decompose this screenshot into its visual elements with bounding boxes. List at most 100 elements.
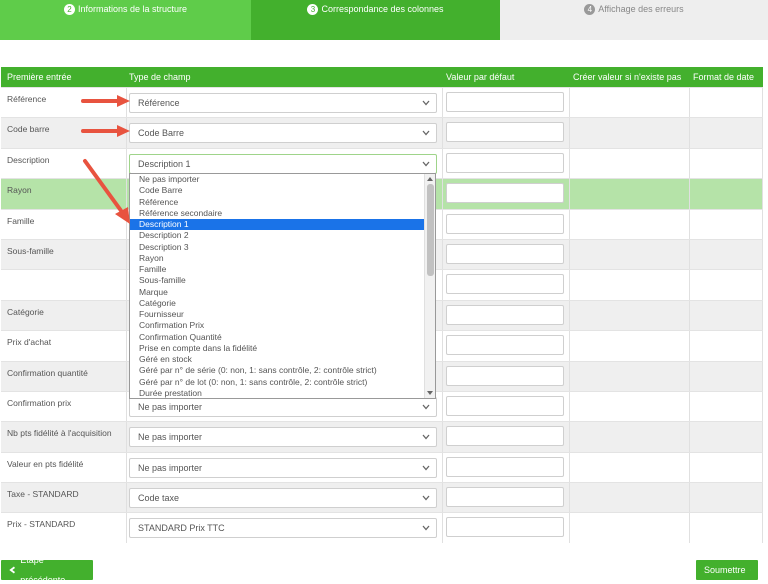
default-value-input[interactable]	[446, 152, 564, 173]
column-divider	[569, 422, 570, 452]
column-divider	[126, 452, 127, 483]
dropdown-option[interactable]: Géré par n° de série (0: non, 1: sans co…	[130, 365, 425, 376]
table-row: Prix - STANDARD STANDARD Prix TTC	[1, 512, 763, 543]
field-type-select[interactable]: Référence	[129, 93, 437, 113]
dropdown-option[interactable]: Description 2	[130, 230, 425, 241]
step-label: Informations de la structure	[77, 4, 188, 14]
default-value-input[interactable]	[446, 122, 564, 143]
field-type-select[interactable]: STANDARD Prix TTC	[129, 518, 437, 539]
select-value: Ne pas importer	[138, 401, 203, 412]
dropdown-option[interactable]: Rayon	[130, 253, 425, 264]
dropdown-option[interactable]: Confirmation Quantité	[130, 332, 425, 343]
default-value-input[interactable]	[446, 304, 564, 325]
step-label: Correspondance des colonnes	[321, 4, 444, 14]
step-label: Affichage des erreurs	[598, 4, 684, 14]
field-type-select[interactable]: Code Barre	[129, 123, 437, 144]
chevron-down-icon	[422, 404, 430, 410]
column-divider	[569, 361, 570, 391]
row-label: Rayon	[7, 185, 32, 196]
default-value-input[interactable]	[446, 456, 564, 477]
default-value-input[interactable]	[446, 183, 564, 204]
step-structure-info[interactable]: 2 Informations de la structure	[0, 0, 251, 40]
column-divider	[689, 118, 690, 148]
row-label: Famille	[7, 215, 35, 226]
step-number: 4	[584, 4, 596, 15]
scrollbar-thumb[interactable]	[427, 184, 434, 276]
column-divider	[569, 209, 570, 239]
column-divider	[689, 148, 690, 179]
dropdown-option[interactable]: Référence secondaire	[130, 208, 425, 219]
dropdown-option[interactable]: Référence	[130, 197, 425, 208]
chevron-down-icon	[422, 130, 430, 136]
column-divider	[762, 300, 763, 331]
dropdown-option[interactable]: Fournisseur	[130, 309, 425, 320]
column-divider	[442, 391, 443, 422]
column-divider	[442, 118, 443, 148]
dropdown-option[interactable]: Catégorie	[130, 298, 425, 309]
step-column-mapping[interactable]: 3 Correspondance des colonnes	[251, 0, 500, 40]
header-create-if-missing: Créer valeur si n'existe pas	[573, 72, 682, 82]
previous-step-label: Etape précédente	[20, 555, 66, 584]
field-type-select[interactable]: Code taxe	[129, 488, 437, 509]
column-divider	[569, 452, 570, 483]
column-divider	[689, 452, 690, 483]
step-error-display[interactable]: 4 Affichage des erreurs	[500, 0, 768, 40]
column-divider	[126, 513, 127, 543]
default-value-input[interactable]	[446, 365, 564, 386]
column-divider	[569, 513, 570, 543]
dropdown-option[interactable]: Géré par n° de lot (0: non, 1: sans cont…	[130, 377, 425, 388]
default-value-input[interactable]	[446, 395, 564, 416]
dropdown-option[interactable]: Famille	[130, 264, 425, 275]
dropdown-option[interactable]: Ne pas importer	[130, 174, 425, 185]
scroll-up-icon[interactable]	[427, 177, 433, 181]
column-divider	[689, 513, 690, 543]
field-type-select[interactable]: Ne pas importer	[129, 396, 437, 417]
submit-button[interactable]: Soumettre	[696, 560, 758, 580]
dropdown-option[interactable]: Confirmation Prix	[130, 320, 425, 331]
dropdown-option[interactable]: Prise en compte dans la fidélité	[130, 343, 425, 354]
default-value-input[interactable]	[446, 426, 564, 447]
step-number: 3	[307, 4, 319, 15]
dropdown-scrollbar[interactable]	[424, 174, 435, 398]
dropdown-option[interactable]: Sous-famille	[130, 275, 425, 286]
dropdown-option[interactable]: Durée prestation	[130, 388, 425, 398]
default-value-input[interactable]	[446, 243, 564, 264]
column-divider	[442, 209, 443, 239]
default-value-input[interactable]	[446, 92, 564, 112]
chevron-down-icon	[422, 495, 430, 501]
select-value: Description 1	[138, 158, 191, 169]
field-type-select[interactable]: Description 1	[129, 153, 437, 174]
default-value-input[interactable]	[446, 517, 564, 538]
column-divider	[689, 422, 690, 452]
dropdown-option[interactable]: Description 3	[130, 242, 425, 253]
dropdown-option[interactable]: Description 1	[130, 219, 425, 231]
column-divider	[689, 361, 690, 391]
column-divider	[442, 239, 443, 270]
default-value-input[interactable]	[446, 213, 564, 234]
column-divider	[762, 391, 763, 422]
row-label: Prix d'achat	[7, 337, 52, 348]
column-divider	[762, 179, 763, 209]
dropdown-option[interactable]: Géré en stock	[130, 354, 425, 365]
column-divider	[689, 270, 690, 300]
column-divider	[762, 270, 763, 300]
column-divider	[762, 88, 763, 118]
field-type-dropdown-list[interactable]: Ne pas importer Code Barre Référence Référe…	[129, 173, 436, 399]
column-divider	[762, 209, 763, 239]
field-type-select[interactable]: Ne pas importer	[129, 427, 437, 448]
field-type-select[interactable]: Ne pas importer	[129, 457, 437, 478]
previous-step-button[interactable]: Etape précédente	[1, 555, 93, 584]
column-divider	[569, 300, 570, 331]
default-value-input[interactable]	[446, 274, 564, 295]
column-divider	[442, 331, 443, 361]
column-divider	[569, 179, 570, 209]
row-label: Catégorie	[7, 306, 44, 317]
column-divider	[442, 483, 443, 513]
default-value-input[interactable]	[446, 335, 564, 356]
default-value-input[interactable]	[446, 487, 564, 508]
dropdown-option[interactable]: Code Barre	[130, 185, 425, 196]
column-divider	[689, 209, 690, 239]
column-divider	[126, 239, 127, 270]
scroll-down-icon[interactable]	[427, 391, 433, 395]
dropdown-option[interactable]: Marque	[130, 287, 425, 298]
